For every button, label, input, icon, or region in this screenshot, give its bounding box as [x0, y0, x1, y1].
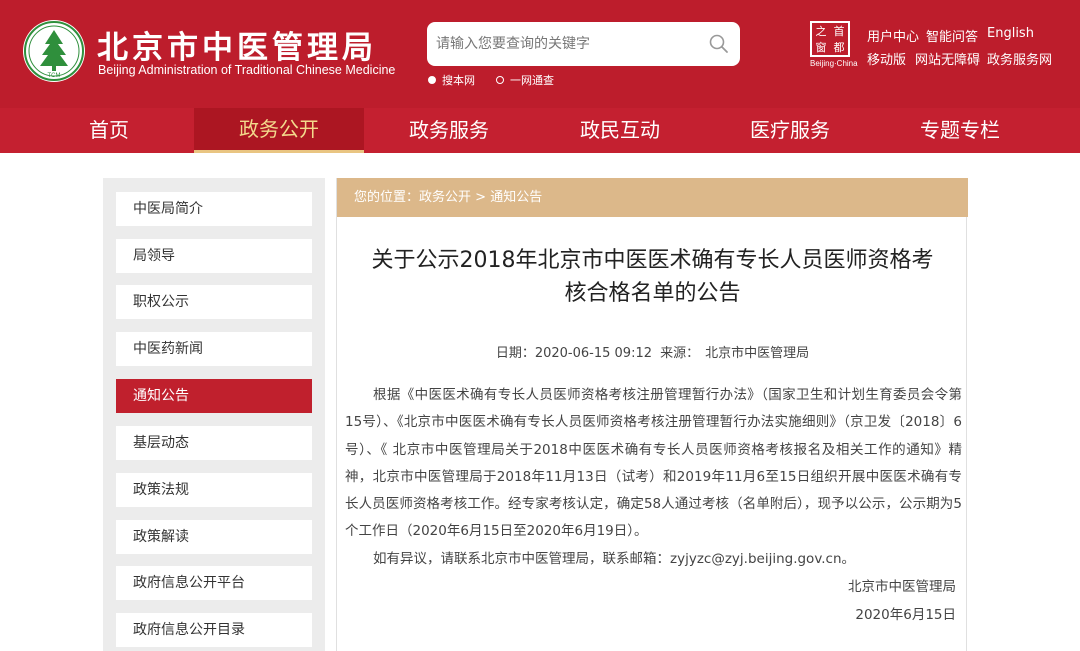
link-accessibility[interactable]: 网站无障碍	[915, 49, 980, 68]
radio-all[interactable]	[496, 76, 504, 84]
article-paragraph-2: 如有异议，请联系北京市中医管理局，联系邮箱：zyjyzc@zyj.beijing…	[373, 550, 856, 567]
nav-interaction[interactable]: 政民互动	[535, 108, 705, 153]
capital-char-4: 都	[833, 40, 845, 54]
article-sign-date: 2020年6月15日	[855, 607, 956, 623]
capital-logo-icon[interactable]: 之 首 窗 都 Beijing·China	[810, 21, 858, 69]
capital-char-2: 首	[833, 24, 845, 38]
capital-logo-label: Beijing·China	[810, 59, 858, 68]
article-body: 根据《中医医术确有专长人员医师资格考核注册管理暂行办法》（国家卫生和计划生育委员…	[345, 382, 962, 573]
sidebar-item-powers[interactable]: 职权公示	[116, 285, 312, 319]
article-meta: 日期：2020-06-15 09:12 来源： 北京市中医管理局	[337, 342, 968, 361]
capital-char-1: 之	[815, 24, 827, 38]
breadcrumb-prefix: 您的位置：	[354, 190, 420, 205]
article-sign-org: 北京市中医管理局	[848, 579, 956, 595]
sidebar-item-leaders[interactable]: 局领导	[116, 239, 312, 273]
sidebar-item-notices[interactable]: 通知公告	[116, 379, 312, 413]
search-option-site-label: 搜本网	[442, 74, 475, 87]
search-box	[427, 22, 740, 66]
breadcrumb-separator: >	[471, 190, 491, 205]
link-smart-qa[interactable]: 智能问答	[926, 26, 978, 45]
link-user-center[interactable]: 用户中心	[867, 26, 919, 45]
nav-medical[interactable]: 医疗服务	[705, 108, 875, 153]
org-name-cn[interactable]: 北京市中医管理局	[97, 22, 377, 67]
search-option-site[interactable]: 搜本网	[428, 72, 475, 88]
radio-site-selected[interactable]	[428, 76, 436, 84]
article-title-line1: 关于公示2018年北京市中医医术确有专长人员医师资格考	[371, 248, 934, 273]
search-option-all-label: 一网通查	[510, 74, 554, 87]
sidebar: 中医局简介 局领导 职权公示 中医药新闻 通知公告 基层动态 政策法规 政策解读…	[103, 178, 325, 651]
sidebar-item-regulations[interactable]: 政策法规	[116, 473, 312, 507]
article-source: 北京市中医管理局	[705, 346, 810, 361]
link-mobile[interactable]: 移动版	[867, 49, 906, 68]
source-label: 来源：	[660, 346, 700, 361]
article-panel: 您的位置：政务公开 > 通知公告 关于公示2018年北京市中医医术确有专长人员医…	[336, 178, 968, 651]
sidebar-item-info-platform[interactable]: 政府信息公开平台	[116, 566, 312, 600]
date-label: 日期：	[495, 346, 535, 361]
link-english[interactable]: English	[987, 26, 1034, 41]
search-icon[interactable]	[708, 33, 730, 55]
nav-topics[interactable]: 专题专栏	[875, 108, 1045, 153]
breadcrumb-gov-affairs[interactable]: 政务公开	[419, 190, 471, 205]
article-title: 关于公示2018年北京市中医医术确有专长人员医师资格考 核合格名单的公告	[337, 244, 968, 310]
nav-gov-affairs[interactable]: 政务公开	[194, 108, 364, 153]
search-input[interactable]	[427, 22, 697, 66]
org-name-en: Beijing Administration of Traditional Ch…	[98, 63, 396, 77]
capital-char-3: 窗	[815, 40, 827, 54]
nav-home[interactable]: 首页	[24, 108, 194, 153]
sidebar-item-info-catalog[interactable]: 政府信息公开目录	[116, 613, 312, 647]
sidebar-item-intro[interactable]: 中医局简介	[116, 192, 312, 226]
search-option-all[interactable]: 一网通查	[496, 72, 554, 88]
tcm-emblem-icon[interactable]: TCM	[23, 20, 85, 82]
article-date: 2020-06-15 09:12	[534, 346, 652, 361]
breadcrumb: 您的位置：政务公开 > 通知公告	[337, 178, 968, 217]
main-nav: 首页 政务公开 政务服务 政民互动 医疗服务 专题专栏	[0, 108, 1080, 153]
nav-gov-services[interactable]: 政务服务	[364, 108, 534, 153]
breadcrumb-notices[interactable]: 通知公告	[490, 190, 542, 205]
sidebar-item-interpretation[interactable]: 政策解读	[116, 520, 312, 554]
article-title-line2: 核合格名单的公告	[564, 281, 741, 306]
site-header: TCM 北京市中医管理局 Beijing Administration of T…	[0, 0, 1080, 108]
sidebar-item-news[interactable]: 中医药新闻	[116, 332, 312, 366]
sidebar-item-grassroots[interactable]: 基层动态	[116, 426, 312, 460]
article-paragraph-1: 根据《中医医术确有专长人员医师资格考核注册管理暂行办法》（国家卫生和计划生育委员…	[345, 387, 962, 540]
emblem-text: TCM	[48, 73, 61, 79]
link-gov-service[interactable]: 政务服务网	[987, 49, 1052, 68]
